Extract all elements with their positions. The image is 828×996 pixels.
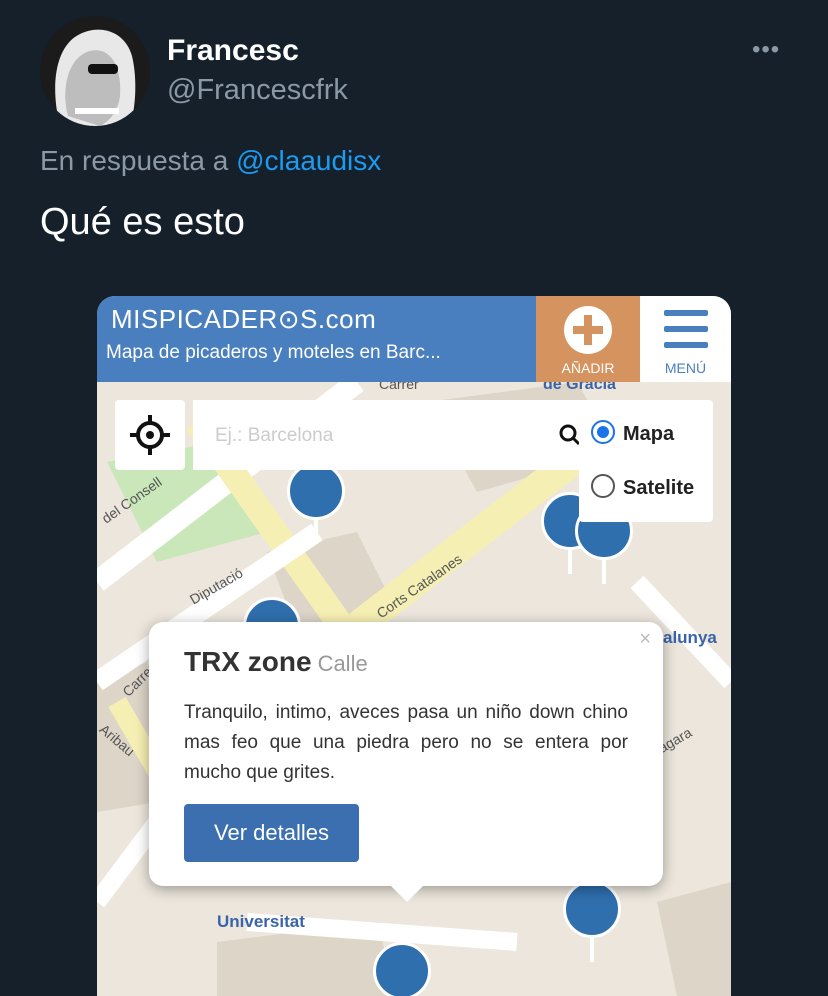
display-name[interactable]: Francesc: [167, 34, 299, 68]
layer-switcher: Mapa Satelite: [579, 400, 713, 522]
menu-button[interactable]: MENÚ: [640, 296, 731, 382]
map-view[interactable]: Carrer de Gràcia del Consell Corts Catal…: [97, 382, 731, 996]
place-popup: × TRX zone Calle Tranquilo, intimo, avece…: [149, 622, 663, 902]
tweet-text: Qué es esto: [40, 201, 245, 243]
map-label: Universitat: [217, 912, 305, 931]
search-bar: [193, 400, 583, 470]
reply-mention-link[interactable]: @claaudisx: [236, 145, 381, 176]
radio-mapa[interactable]: [591, 420, 615, 444]
map-pin[interactable]: [563, 880, 621, 962]
popup-title: TRX zone Calle: [184, 646, 368, 678]
map-label: de Gràcia: [543, 382, 616, 393]
site-subtitle: Mapa de picaderos y moteles en Barc...: [106, 342, 441, 363]
map-pin[interactable]: [373, 942, 431, 996]
attached-image[interactable]: MISPICADER⊙S.com Mapa de picaderos y mot…: [97, 296, 731, 996]
add-button[interactable]: AÑADIR: [536, 296, 640, 382]
radio-mapa-label[interactable]: Mapa: [623, 423, 674, 446]
user-handle[interactable]: @Francescfrk: [167, 74, 348, 107]
view-details-button[interactable]: Ver detalles: [184, 804, 359, 862]
hamburger-icon: [664, 310, 708, 316]
map-pin[interactable]: [287, 462, 345, 544]
add-button-label: AÑADIR: [561, 360, 615, 376]
close-icon[interactable]: ×: [639, 628, 651, 651]
avatar[interactable]: [40, 16, 150, 126]
plus-icon: [564, 306, 612, 354]
locate-me-button[interactable]: [115, 400, 185, 470]
place-type: Calle: [317, 651, 368, 676]
site-title[interactable]: MISPICADER⊙S.com: [111, 304, 376, 335]
map-label: alunya: [663, 628, 717, 647]
place-description: Tranquilo, intimo, aveces pasa un niño d…: [184, 702, 628, 783]
menu-button-label: MENÚ: [664, 360, 707, 376]
search-icon[interactable]: [559, 424, 581, 446]
reply-context: En respuesta a @claaudisx: [40, 145, 381, 177]
more-options-icon[interactable]: •••: [752, 36, 780, 64]
map-label: Carrer: [379, 382, 419, 392]
radio-satelite[interactable]: [591, 474, 615, 498]
site-header: MISPICADER⊙S.com Mapa de picaderos y mot…: [97, 296, 731, 382]
radio-satelite-label[interactable]: Satelite: [623, 477, 694, 500]
place-name: TRX zone: [184, 646, 312, 677]
search-input[interactable]: [213, 420, 537, 452]
crosshair-icon: [130, 415, 170, 455]
reply-prefix: En respuesta a: [40, 145, 229, 176]
